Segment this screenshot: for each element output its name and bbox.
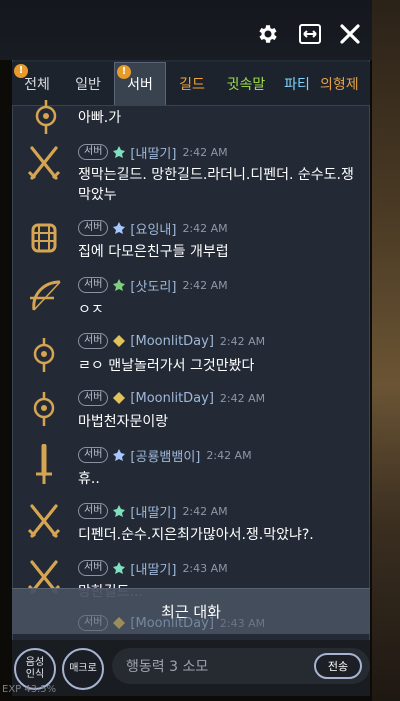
channel-chip: 서버 <box>78 615 109 631</box>
message-meta: 서버 [요잉내] 2:42 AM <box>78 219 228 238</box>
class-avatar-swords[interactable] <box>26 502 62 542</box>
user-name[interactable]: [내딸기] <box>130 559 176 578</box>
send-label: 전송 <box>327 660 349 673</box>
class-avatar-mage[interactable] <box>26 334 62 374</box>
class-avatar-mage[interactable] <box>26 388 62 428</box>
channel-chip: 서버 <box>78 560 109 576</box>
guild-emblem-icon <box>112 391 126 405</box>
tab-label: 의형제 <box>320 76 359 93</box>
tab-label: 파티 <box>284 76 310 93</box>
channel-chip: 서버 <box>78 144 109 160</box>
close-icon <box>340 24 360 44</box>
tab-whisper[interactable]: 귓속말 <box>218 62 274 105</box>
tab-label: 일반 <box>75 76 101 93</box>
guild-emblem-icon <box>112 448 126 462</box>
tab-label: 귓속말 <box>226 76 266 93</box>
user-name[interactable]: [요잉내] <box>130 219 176 238</box>
macro-label: 매크로 <box>69 663 97 674</box>
guild-emblem-icon <box>112 221 126 235</box>
message-time: 2:42 AM <box>182 145 228 159</box>
message-text: 디펜더.순수.지은최가많아서.쟁.막았냐?. <box>78 527 314 543</box>
message-meta: 서버 [MoonlitDay] 2:42 AM <box>78 389 265 407</box>
voice-label-line2: 인식 <box>25 669 45 680</box>
guild-emblem-icon <box>112 616 126 630</box>
notice-badge: ! <box>117 64 131 79</box>
user-name[interactable]: [내딸기] <box>130 143 176 162</box>
message-time: 2:42 AM <box>219 334 266 348</box>
close-button[interactable] <box>336 20 364 48</box>
message-meta: 서버 [MoonlitDay] 2:43 AM <box>78 614 265 632</box>
guild-emblem-icon <box>112 504 126 518</box>
send-button[interactable]: 전송 <box>314 653 362 679</box>
message-time: 2:42 AM <box>206 448 252 462</box>
guild-emblem-icon <box>112 278 126 292</box>
tab-brotherhood[interactable]: 의형제 <box>320 62 370 105</box>
class-avatar-mage[interactable] <box>28 96 64 136</box>
message-meta: 서버 [내딸기] 2:43 AM <box>78 559 228 578</box>
class-avatar-gauntlet[interactable] <box>26 219 62 259</box>
settings-button[interactable] <box>253 20 281 48</box>
message-time: 2:42 AM <box>182 221 228 235</box>
user-name[interactable]: [MoonlitDay] <box>130 391 214 406</box>
tab-server[interactable]: ! 서버 <box>114 62 166 105</box>
resize-icon <box>299 24 321 44</box>
tab-party[interactable]: 파티 <box>274 62 320 105</box>
chat-tabs: ! 전체 일반 ! 서버 길드 귓속말 파티 의형제 <box>12 62 370 106</box>
user-name[interactable]: [내딸기] <box>130 502 176 521</box>
channel-chip: 서버 <box>78 390 109 406</box>
message-text: ㄹㅇ 맨날놀러가서 그것만봤다 <box>78 358 255 374</box>
message-text: 쟁막는길드. 망한길드.라더니.디펜더. 순수도.쟁막았누 <box>78 167 354 203</box>
class-avatar-swords[interactable] <box>26 144 62 184</box>
channel-chip: 서버 <box>78 447 109 463</box>
game-background <box>372 0 400 701</box>
guild-emblem-icon <box>112 561 126 575</box>
tab-label: 길드 <box>179 76 205 93</box>
message-time: 2:42 AM <box>182 278 228 292</box>
message-text: 마법천자문이랑 <box>78 414 169 430</box>
exp-readout: EXP 43.5% <box>2 684 57 695</box>
class-avatar-sword[interactable] <box>26 444 62 486</box>
tab-guild[interactable]: 길드 <box>166 62 218 105</box>
chat-input-placeholder: 행동력 3 소모 <box>126 659 209 675</box>
macro-button[interactable]: 매크로 <box>62 648 104 690</box>
user-name[interactable]: [삿도리] <box>130 276 176 295</box>
message-time: 2:43 AM <box>219 616 266 630</box>
voice-label-line1: 음성 <box>25 657 45 668</box>
message-meta: 서버 [삿도리] 2:42 AM <box>78 276 228 295</box>
user-name[interactable]: [MoonlitDay] <box>130 616 214 631</box>
message-text: 휴.. <box>78 471 100 487</box>
channel-chip: 서버 <box>78 220 109 236</box>
message-text: ㅇㅈ <box>78 302 104 318</box>
message-meta: 서버 [내딸기] 2:42 AM <box>78 502 228 521</box>
user-name[interactable]: [MoonlitDay] <box>130 334 214 349</box>
message-meta: 서버 [내딸기] 2:42 AM <box>78 143 228 162</box>
channel-chip: 서버 <box>78 333 109 349</box>
message-text: 집에 다모은친구들 개부럽 <box>78 244 229 260</box>
message-meta: 서버 [MoonlitDay] 2:42 AM <box>78 332 265 350</box>
message-time: 2:43 AM <box>182 561 228 575</box>
voice-input-label: 음성 인식 <box>26 657 44 681</box>
notice-badge: ! <box>14 63 28 78</box>
channel-chip: 서버 <box>78 503 109 519</box>
class-avatar-bow[interactable] <box>26 276 62 316</box>
user-name[interactable]: [공룡뱀뱀이] <box>130 446 200 465</box>
message-time: 2:42 AM <box>182 504 228 518</box>
channel-chip: 서버 <box>78 277 109 293</box>
gear-icon <box>259 25 277 43</box>
resize-button[interactable] <box>296 20 324 48</box>
guild-emblem-icon <box>112 334 126 348</box>
message-meta: 서버 [공룡뱀뱀이] 2:42 AM <box>78 446 252 465</box>
guild-emblem-icon <box>112 145 126 159</box>
message-text: 아빠.가 <box>78 110 122 126</box>
message-time: 2:42 AM <box>219 391 266 405</box>
tab-general[interactable]: 일반 <box>62 62 114 105</box>
tab-label: 서버 <box>127 76 153 93</box>
tab-label: 전체 <box>24 76 50 93</box>
